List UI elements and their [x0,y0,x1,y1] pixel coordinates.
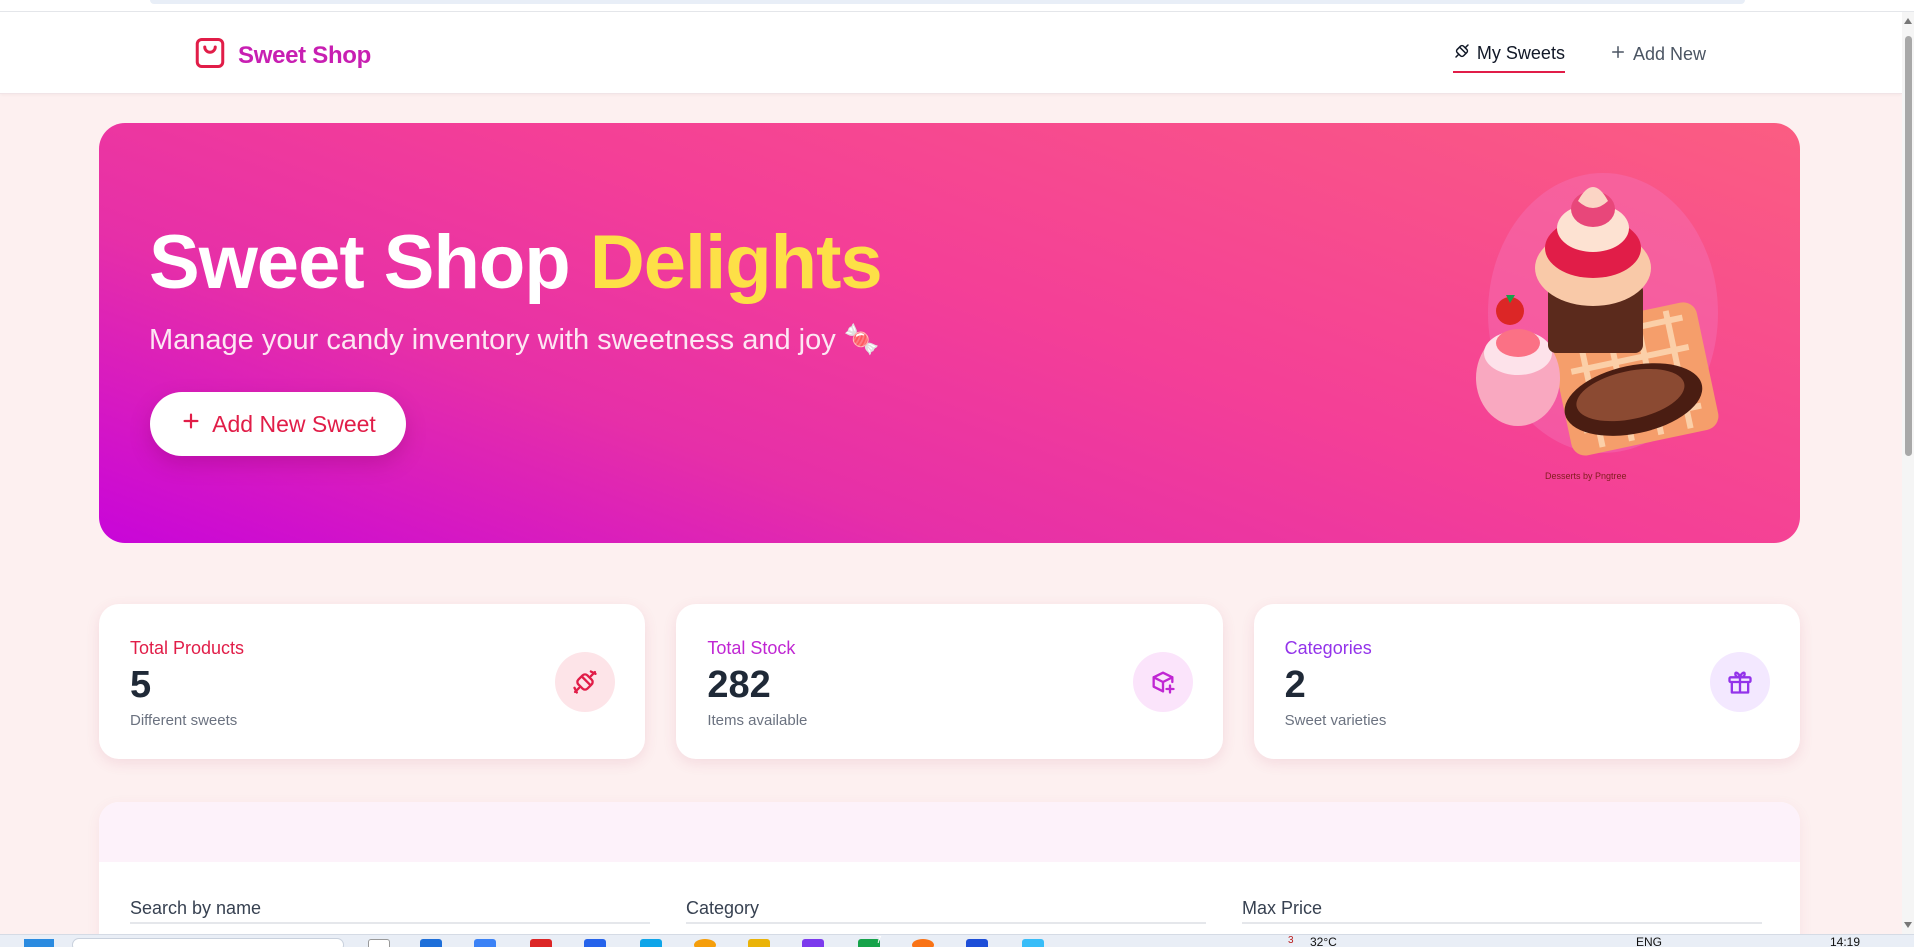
stat-label: Categories [1284,638,1372,658]
clock-time[interactable]: 14:19 [1830,935,1860,947]
scroll-up-icon[interactable] [1904,18,1912,24]
gift-icon [1709,652,1770,712]
scrollbar-thumb[interactable] [1905,36,1912,456]
page-scrollbar[interactable] [1902,12,1914,934]
add-new-sweet-label: Add New Sweet [212,410,376,437]
stat-card-total-stock: Total Stock 282 Items available [676,604,1223,759]
taskbar-app-icon[interactable] [802,939,824,947]
taskbar-app-icon[interactable] [474,939,496,947]
stat-card-categories: Categories 2 Sweet varieties [1253,604,1800,759]
taskbar-app-icon[interactable] [368,939,390,947]
windows-start-icon[interactable] [24,939,54,947]
stat-value: 2 [1284,664,1306,706]
weather-temperature[interactable]: 32°C [1310,935,1337,947]
brand-name: Sweet Shop [238,41,372,69]
taskbar-app-icon[interactable] [530,939,552,947]
category-label: Category [686,898,760,918]
navbar: Sweet Shop My Sweets Add New [0,12,1902,94]
taskbar-app-icon[interactable] [584,939,606,947]
taskbar-app-icon[interactable] [1022,939,1044,947]
scroll-down-icon[interactable] [1904,922,1912,928]
browser-top-strip [0,0,1914,12]
dessert-illustration [1448,143,1748,503]
candy-icon [555,652,616,712]
candy-icon [1453,42,1471,65]
stat-value: 282 [707,664,771,706]
taskbar-badge: 7 [876,935,882,946]
search-input[interactable] [130,922,650,924]
os-taskbar: 7 3 32°C ENG 14:19 [0,934,1914,947]
notification-count: 3 [1288,935,1294,946]
brand[interactable]: Sweet Shop [192,34,371,77]
taskbar-app-icon[interactable] [694,939,716,947]
image-credit: Desserts by Pngtree [1545,471,1627,481]
filters-header [99,802,1800,862]
plus-icon [1609,43,1627,66]
package-plus-icon [1132,652,1193,712]
stat-card-total-products: Total Products 5 Different sweets [99,604,646,759]
taskbar-app-icon[interactable] [420,939,442,947]
hero-title: Sweet Shop Delights [149,219,883,306]
taskbar-app-icon[interactable] [966,939,988,947]
taskbar-search[interactable] [72,938,344,947]
taskbar-app-icon[interactable] [748,939,770,947]
stat-value: 5 [130,664,152,706]
stat-sub: Items available [707,712,808,729]
stat-sub: Different sweets [130,712,238,729]
language-indicator[interactable]: ENG [1636,935,1662,947]
stat-sub: Sweet varieties [1284,712,1387,729]
filters-panel: Search by name Category Max Price [99,802,1800,942]
stat-label: Total Products [130,638,245,658]
hero-subtitle: Manage your candy inventory with sweetne… [149,324,880,356]
category-select[interactable] [686,922,1206,924]
hero-title-main: Sweet Shop [149,220,571,305]
max-price-label: Max Price [1242,898,1323,918]
taskbar-app-icon[interactable] [912,939,934,947]
nav-link-add-new[interactable]: Add New [1609,43,1706,72]
nav-link-my-sweets[interactable]: My Sweets [1452,42,1565,73]
max-price-input[interactable] [1242,922,1762,924]
hero-title-highlight: Delights [589,220,883,305]
shopping-bag-icon [192,34,228,77]
address-bar-edge [150,0,1745,4]
stats-row: Total Products 5 Different sweets Total … [99,604,1800,759]
nav-link-label: Add New [1632,44,1706,64]
stat-label: Total Stock [707,638,796,658]
add-new-sweet-button[interactable]: Add New Sweet [150,392,406,456]
nav-links: My Sweets Add New [1452,42,1706,73]
search-by-name-label: Search by name [130,898,262,918]
taskbar-app-icon[interactable] [640,939,662,947]
plus-icon [180,410,202,438]
nav-link-label: My Sweets [1476,43,1565,63]
